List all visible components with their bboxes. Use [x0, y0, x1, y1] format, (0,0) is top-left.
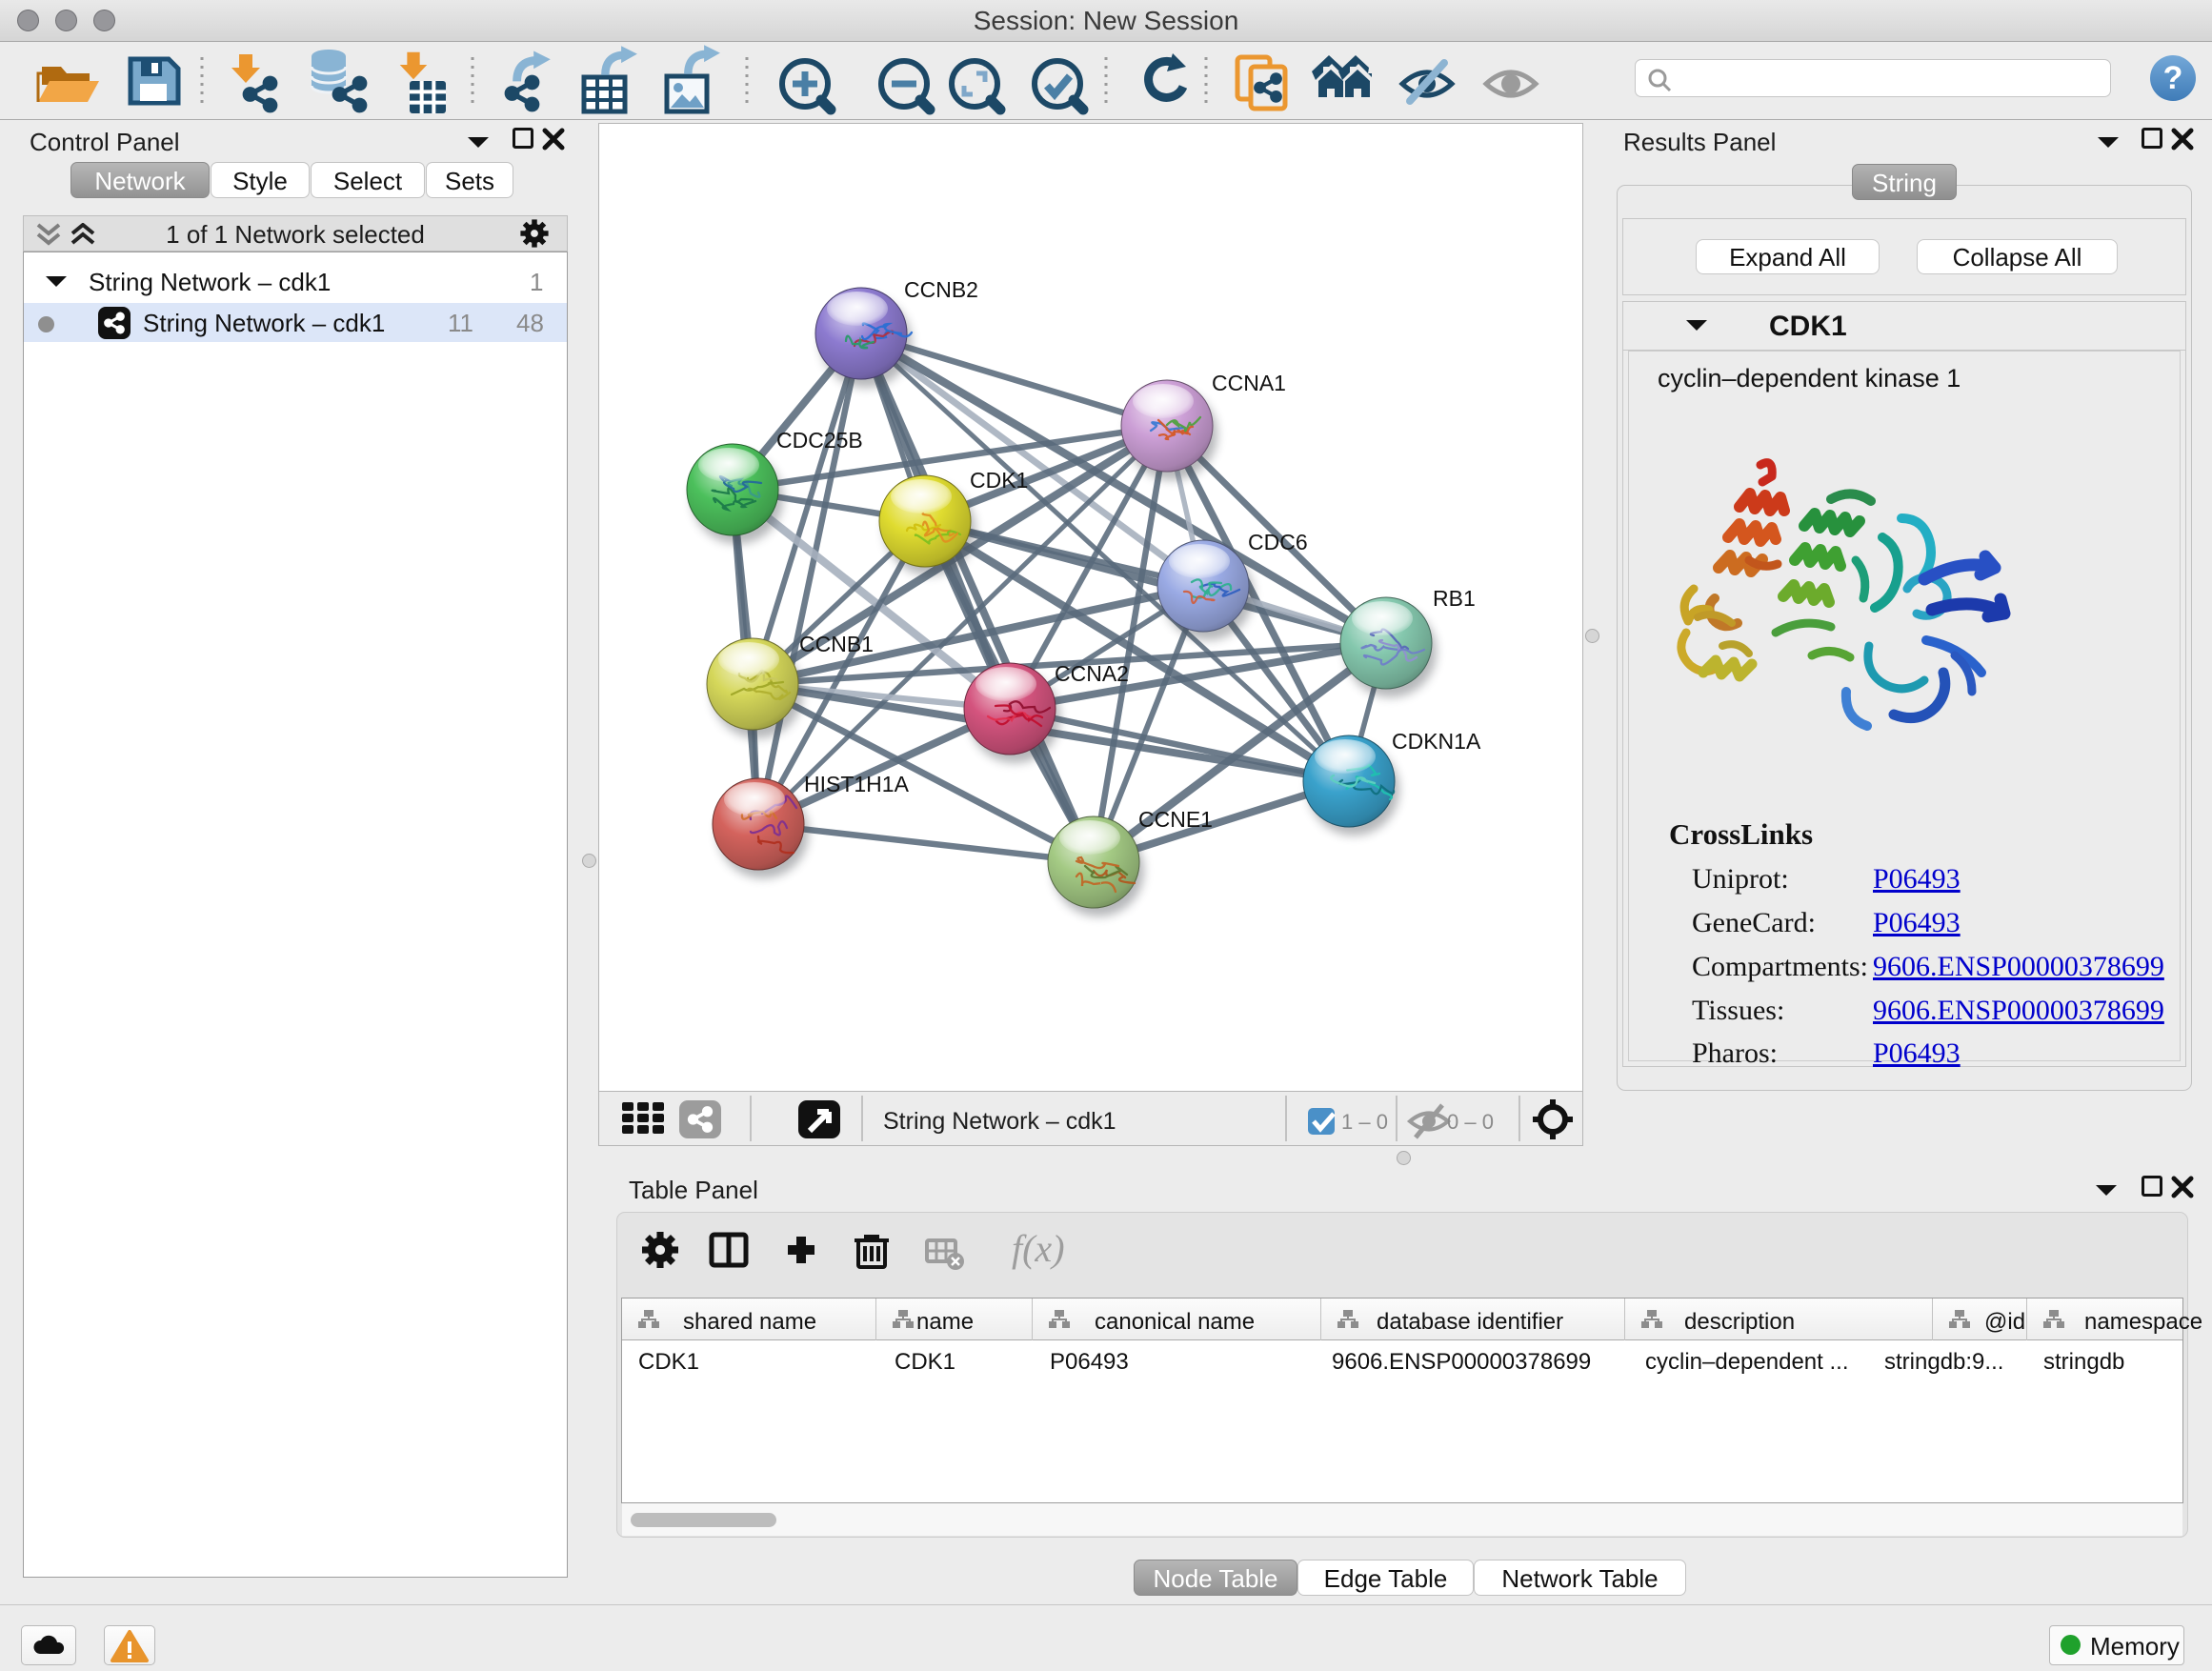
svg-text:RB1: RB1	[1433, 586, 1476, 611]
svg-text:HIST1H1A: HIST1H1A	[804, 772, 910, 796]
svg-text:CCNB1: CCNB1	[799, 632, 874, 656]
svg-text:CCNA2: CCNA2	[1055, 661, 1129, 686]
svg-text:CDC6: CDC6	[1248, 530, 1308, 554]
svg-text:CCNE1: CCNE1	[1138, 807, 1213, 832]
svg-text:CCNA1: CCNA1	[1212, 371, 1286, 395]
svg-text:CDKN1A: CDKN1A	[1392, 729, 1481, 754]
svg-text:CCNB2: CCNB2	[904, 277, 978, 302]
svg-text:CDK1: CDK1	[970, 468, 1028, 493]
svg-text:CDC25B: CDC25B	[776, 428, 863, 453]
svg-text:f(x): f(x)	[1012, 1227, 1065, 1270]
